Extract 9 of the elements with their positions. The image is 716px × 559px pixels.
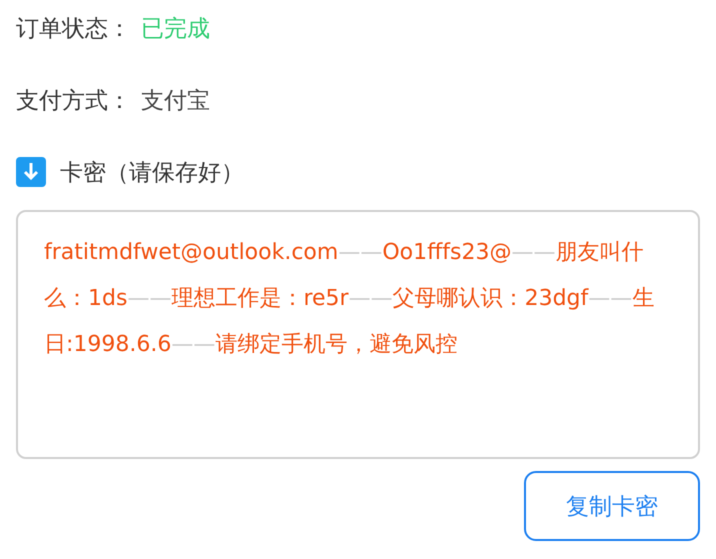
status-value: 已完成 xyxy=(141,14,210,44)
status-label: 订单状态： xyxy=(16,14,131,44)
secret-text-area[interactable]: fratitmdfwet@outlook.com——Oo1fffs23@——朋友叫什么：1ds——理想工作是：re5r——父母哪认识：23dgf——生日:1998.6.6——请绑定手机号，避免风控 xyxy=(16,210,700,459)
payment-value: 支付宝 xyxy=(141,86,210,116)
download-icon xyxy=(16,157,46,187)
secret-text: fratitmdfwet@outlook.com——Oo1fffs23@——朋友叫什么：1ds——理想工作是：re5r——父母哪认识：23dgf——生日:1998.6.6——请绑定手机号，避免风控 xyxy=(44,239,656,359)
payment-label: 支付方式： xyxy=(16,86,131,116)
section-title: 卡密（请保存好） xyxy=(60,158,244,188)
copy-button[interactable]: 复制卡密 xyxy=(524,471,700,541)
